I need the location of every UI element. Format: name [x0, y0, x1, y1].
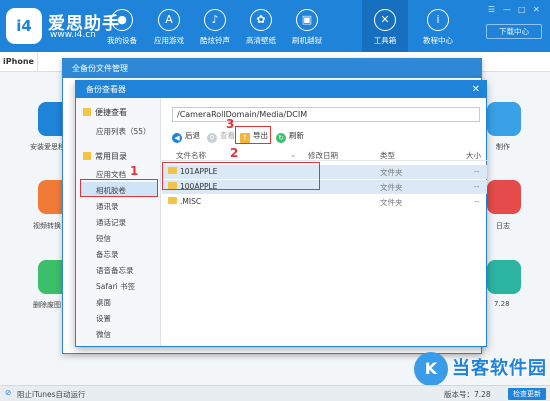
column-type[interactable]: 类型 — [380, 150, 395, 161]
find-button[interactable]: ⚲ 查看 — [207, 130, 235, 143]
make-tile[interactable] — [487, 102, 521, 136]
nav-wallpapers[interactable]: ✿ 高清壁纸 — [238, 0, 284, 52]
nav-tutorials[interactable]: i 教程中心 — [415, 0, 461, 52]
close-icon[interactable]: ✕ — [472, 81, 480, 98]
refresh-button[interactable]: ↻ 刷新 — [276, 130, 304, 143]
callout-box-export — [235, 126, 271, 144]
info-icon: i — [427, 9, 449, 31]
path-field[interactable]: /CameraRollDomain/Media/DCIM — [172, 107, 480, 122]
column-size[interactable]: 大小 — [466, 150, 481, 161]
app-logo: i4 — [6, 8, 42, 44]
callout-box-folders — [162, 162, 320, 190]
log-tile[interactable] — [487, 180, 521, 214]
sidebar-item-sms[interactable]: 短信 — [96, 233, 111, 244]
delete-images-label: 删除废图 — [33, 301, 61, 309]
download-center-button[interactable]: 下载中心 — [486, 24, 542, 39]
callout-box-camera-roll — [80, 179, 158, 197]
sidebar-item-notes[interactable]: 备忘录 — [96, 249, 119, 260]
sidebar-item-desktop[interactable]: 桌面 — [96, 297, 111, 308]
block-itunes-autorun[interactable]: 阻止iTunes自动运行 — [17, 389, 86, 400]
nav-toolbox[interactable]: ✕ 工具箱 — [362, 0, 408, 52]
refresh-icon: ↻ — [276, 133, 286, 143]
version-tile-label: 7.28 — [494, 300, 510, 308]
minimize-icon[interactable]: — — [503, 5, 511, 14]
sidebar-item-safari-bookmarks[interactable]: Safari 书签 — [96, 281, 135, 292]
close-icon[interactable]: ✕ — [533, 5, 540, 14]
status-bar: ⊘ 阻止iTunes自动运行 版本号：7.28 检查更新 — [0, 385, 550, 401]
appstore-icon: A — [158, 9, 180, 31]
file-table-header: 文件名称 ⌄ 修改日期 类型 大小 — [162, 148, 487, 161]
apple-icon: ● — [111, 9, 133, 31]
sort-chevron-icon[interactable]: ⌄ — [290, 150, 296, 159]
sidebar-item-contacts[interactable]: 通讯录 — [96, 201, 119, 212]
version-tile[interactable] — [487, 260, 521, 294]
video-convert-label: 视频转换 — [33, 222, 61, 230]
app-url: www.i4.cn — [50, 30, 96, 40]
sidebar-item-voice-memos[interactable]: 语音备忘录 — [96, 265, 134, 276]
bell-icon: ♪ — [204, 9, 226, 31]
nav-ringtones[interactable]: ♪ 酷炫铃声 — [192, 0, 238, 52]
sidebar-group-quick: 便捷查看 — [83, 107, 127, 118]
check-update-button[interactable]: 检查更新 — [508, 388, 546, 400]
make-label: 制作 — [496, 143, 510, 151]
menu-icon[interactable]: ☰ — [488, 5, 495, 14]
nav-flash-jailbreak[interactable]: ▣ 刷机越狱 — [284, 0, 330, 52]
callout-number-2: 2 — [230, 146, 239, 160]
column-name[interactable]: 文件名称 — [176, 150, 206, 161]
version-label: 版本号：7.28 — [444, 390, 491, 399]
magnifier-icon: ⚲ — [207, 133, 217, 143]
install-app-label: 安装爱思移 — [30, 143, 65, 151]
flower-icon: ✿ — [250, 9, 272, 31]
sidebar-item-call-log[interactable]: 通话记录 — [96, 217, 126, 228]
folder-icon — [168, 197, 177, 204]
device-tab-iphone[interactable]: iPhone — [0, 52, 38, 72]
sidebar-group-common: 常用目录 — [83, 151, 127, 162]
folder-icon — [83, 152, 91, 160]
back-button[interactable]: ◀ 后退 — [172, 130, 200, 143]
back-arrow-icon: ◀ — [172, 133, 182, 143]
callout-number-1: 1 — [130, 164, 139, 178]
backup-viewer-title: 备份查看器 ✕ — [76, 81, 486, 98]
log-label: 日志 — [496, 222, 510, 230]
sidebar-item-app-list[interactable]: 应用列表（55） — [96, 126, 151, 137]
tools-icon: ✕ — [374, 9, 396, 31]
folder-icon — [83, 108, 91, 116]
sidebar-item-settings[interactable]: 设置 — [96, 313, 111, 324]
box-icon: ▣ — [296, 9, 318, 31]
backup-viewer-dialog: 备份查看器 ✕ 便捷查看 应用列表（55） 常用目录 应用文档 相机胶卷 通讯录… — [75, 80, 487, 347]
sidebar-item-wechat[interactable]: 微信 — [96, 329, 111, 340]
nav-my-device[interactable]: ● 我的设备 — [99, 0, 145, 52]
full-backup-dialog-title: 全备份文件管理 — [63, 59, 481, 78]
table-row[interactable]: .MISC 文件夹 -- — [162, 195, 487, 209]
sidebar: 便捷查看 应用列表（55） 常用目录 应用文档 相机胶卷 通讯录 通话记录 短信… — [76, 98, 161, 346]
top-bar: i4 爱思助手 www.i4.cn ● 我的设备 A 应用游戏 ♪ 酷炫铃声 ✿… — [0, 0, 550, 52]
nav-apps-games[interactable]: A 应用游戏 — [146, 0, 192, 52]
maximize-icon[interactable]: □ — [518, 5, 526, 14]
watermark-logo-icon: K — [414, 352, 448, 386]
column-date[interactable]: 修改日期 — [308, 150, 338, 161]
watermark-text: 当客软件园 — [452, 358, 547, 379]
stop-icon[interactable]: ⊘ — [5, 388, 11, 397]
callout-number-3: 3 — [226, 117, 235, 131]
